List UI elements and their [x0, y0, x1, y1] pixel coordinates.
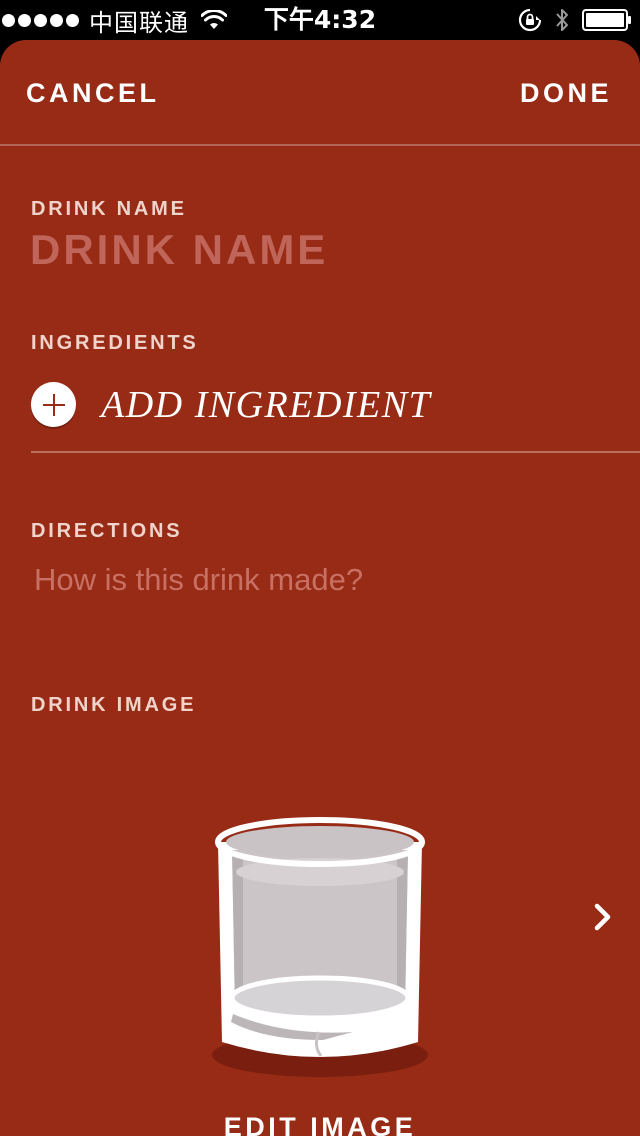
wifi-icon	[201, 10, 227, 29]
cancel-button[interactable]: CANCEL	[26, 78, 160, 109]
directions-input[interactable]	[34, 562, 594, 606]
plus-circle[interactable]	[31, 382, 76, 427]
signal-dots-icon	[2, 13, 79, 27]
add-ingredient-button[interactable]: ADD INGREDIENT	[31, 382, 431, 427]
battery-icon	[582, 9, 631, 31]
drink-image-label: DRINK IMAGE	[31, 694, 197, 716]
chevron-right-icon[interactable]	[588, 900, 618, 934]
drink-name-label: DRINK NAME	[31, 198, 187, 220]
status-right	[518, 0, 632, 40]
rocks-glass-icon	[212, 817, 428, 1077]
bluetooth-icon	[556, 9, 568, 31]
add-ingredient-label: ADD INGREDIENT	[101, 383, 432, 426]
drink-image[interactable]	[205, 810, 435, 1090]
ingredients-label: INGREDIENTS	[31, 332, 199, 354]
ingredient-divider	[31, 451, 640, 453]
status-bar: 中国联通 下午4:32	[0, 0, 640, 40]
nav-divider	[0, 144, 640, 146]
new-drink-sheet: CANCEL DONE DRINK NAME INGREDIENTS ADD I…	[0, 40, 640, 1136]
drink-name-input[interactable]	[30, 226, 590, 274]
status-left: 中国联通	[0, 0, 227, 40]
carrier-name: 中国联通	[89, 8, 189, 37]
rotation-lock-icon	[518, 8, 542, 32]
done-button[interactable]: DONE	[520, 78, 612, 109]
edit-image-button[interactable]: EDIT IMAGE	[0, 1112, 640, 1136]
directions-label: DIRECTIONS	[31, 520, 183, 542]
plus-icon	[42, 393, 65, 416]
